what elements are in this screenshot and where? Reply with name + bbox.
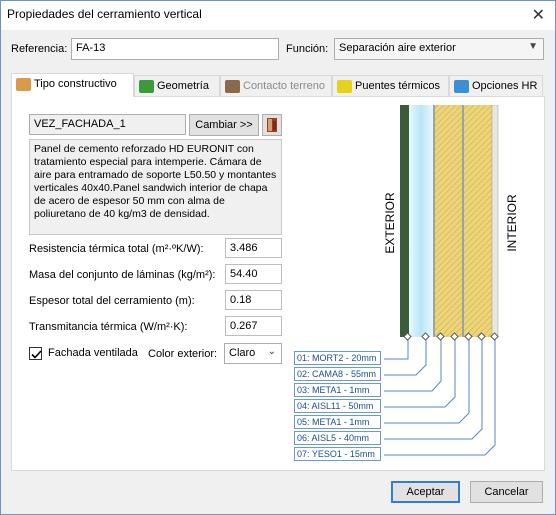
tab-label: Tipo constructivo: [34, 78, 117, 90]
ground-contact-icon: [225, 80, 240, 93]
geometry-icon: [139, 80, 154, 93]
prop-espesor-value: 0.18: [225, 290, 282, 310]
exterior-label: EXTERIOR: [383, 192, 397, 254]
title-bar: Propiedades del cerramiento vertical ✕: [1, 1, 555, 30]
prop-resistencia-value: 3.486: [225, 238, 282, 258]
funcion-label: Función:: [286, 43, 329, 55]
properties-dialog: Propiedades del cerramiento vertical ✕ R…: [0, 0, 556, 515]
layer-mortar: [400, 105, 409, 337]
tab-geometria[interactable]: Geometría: [134, 75, 220, 97]
layer-item-06[interactable]: 06: AISL5 - 40mm: [294, 431, 381, 445]
interior-label: INTERIOR: [505, 194, 519, 252]
prop-masa-label: Masa del conjunto de láminas (kg/m²):: [29, 269, 216, 281]
tab-label: Contacto terreno: [243, 80, 325, 92]
close-icon[interactable]: ✕: [532, 5, 545, 25]
tab-label: Opciones HR: [472, 80, 538, 92]
tab-strip: Tipo constructivo Geometría Contacto ter…: [11, 73, 545, 97]
thermal-bridge-icon: [337, 80, 352, 93]
chevron-down-icon: ▼: [528, 41, 538, 52]
layer-metal-2: [462, 105, 464, 337]
construction-type-icon: [16, 78, 31, 91]
tab-puentes-termicos[interactable]: Puentes térmicos: [332, 75, 449, 97]
color-exterior-label: Color exterior:: [148, 348, 218, 360]
change-button[interactable]: Cambiar >>: [189, 114, 259, 136]
tab-label: Geometría: [157, 80, 209, 92]
tab-panel: VEZ_FACHADA_1 Cambiar >> Panel de cement…: [11, 96, 545, 471]
layer-air-gap: [409, 105, 433, 337]
layer-item-05[interactable]: 05: META1 - 1mm: [294, 415, 381, 429]
layer-item-02[interactable]: 02: CAMA8 - 55mm: [294, 367, 381, 381]
ventilated-checkbox[interactable]: [29, 347, 42, 360]
window-title: Propiedades del cerramiento vertical: [7, 7, 202, 21]
color-exterior-select[interactable]: Claro ⌄: [224, 343, 282, 364]
prop-transmitancia-value: 0.267: [225, 316, 282, 336]
layer-insulation-2: [464, 105, 492, 337]
prop-transmitancia-label: Transmitancia térmica (W/m²·K):: [29, 321, 188, 333]
tab-contacto-terreno[interactable]: Contacto terreno: [220, 75, 332, 97]
prop-espesor-label: Espesor total del cerramiento (m):: [29, 295, 195, 307]
referencia-input[interactable]: FA-13: [71, 38, 279, 60]
tab-opciones-hr[interactable]: Opciones HR: [449, 75, 543, 97]
layer-item-01[interactable]: 01: MORT2 - 20mm: [294, 351, 381, 365]
color-exterior-value: Claro: [229, 347, 256, 359]
cancel-button[interactable]: Cancelar: [470, 481, 543, 503]
accept-button[interactable]: Aceptar: [391, 481, 460, 503]
layer-leader-lines: [384, 337, 496, 456]
layer-insulation-1: [435, 105, 462, 337]
layer-item-04[interactable]: 04: AISL11 - 50mm: [294, 399, 381, 413]
door-library-icon: [267, 118, 277, 132]
funcion-select-value: Separación aire exterior: [339, 42, 456, 54]
tab-tipo-constructivo[interactable]: Tipo constructivo: [11, 73, 134, 97]
layer-item-07[interactable]: 07: YESO1 - 15mm: [294, 447, 381, 461]
layer-item-03[interactable]: 03: META1 - 1mm: [294, 383, 381, 397]
checkmark-icon: [31, 350, 42, 359]
construction-description: Panel de cemento reforzado HD EURONIT co…: [29, 139, 282, 235]
funcion-select[interactable]: Separación aire exterior ▼: [334, 38, 544, 60]
construction-name: VEZ_FACHADA_1: [29, 114, 186, 135]
layer-plaster: [491, 105, 499, 338]
referencia-label: Referencia:: [11, 43, 68, 55]
ventilated-label: Fachada ventilada: [48, 347, 138, 359]
library-button[interactable]: [262, 114, 282, 136]
prop-resistencia-label: Resistencia térmica total (m²·ºK/W):: [29, 243, 204, 255]
hr-options-icon: [454, 80, 469, 93]
tab-label: Puentes térmicos: [355, 80, 440, 92]
chevron-down-icon: ⌄: [267, 346, 276, 357]
prop-masa-value: 54.40: [225, 264, 282, 284]
layer-metal-1: [433, 105, 435, 337]
